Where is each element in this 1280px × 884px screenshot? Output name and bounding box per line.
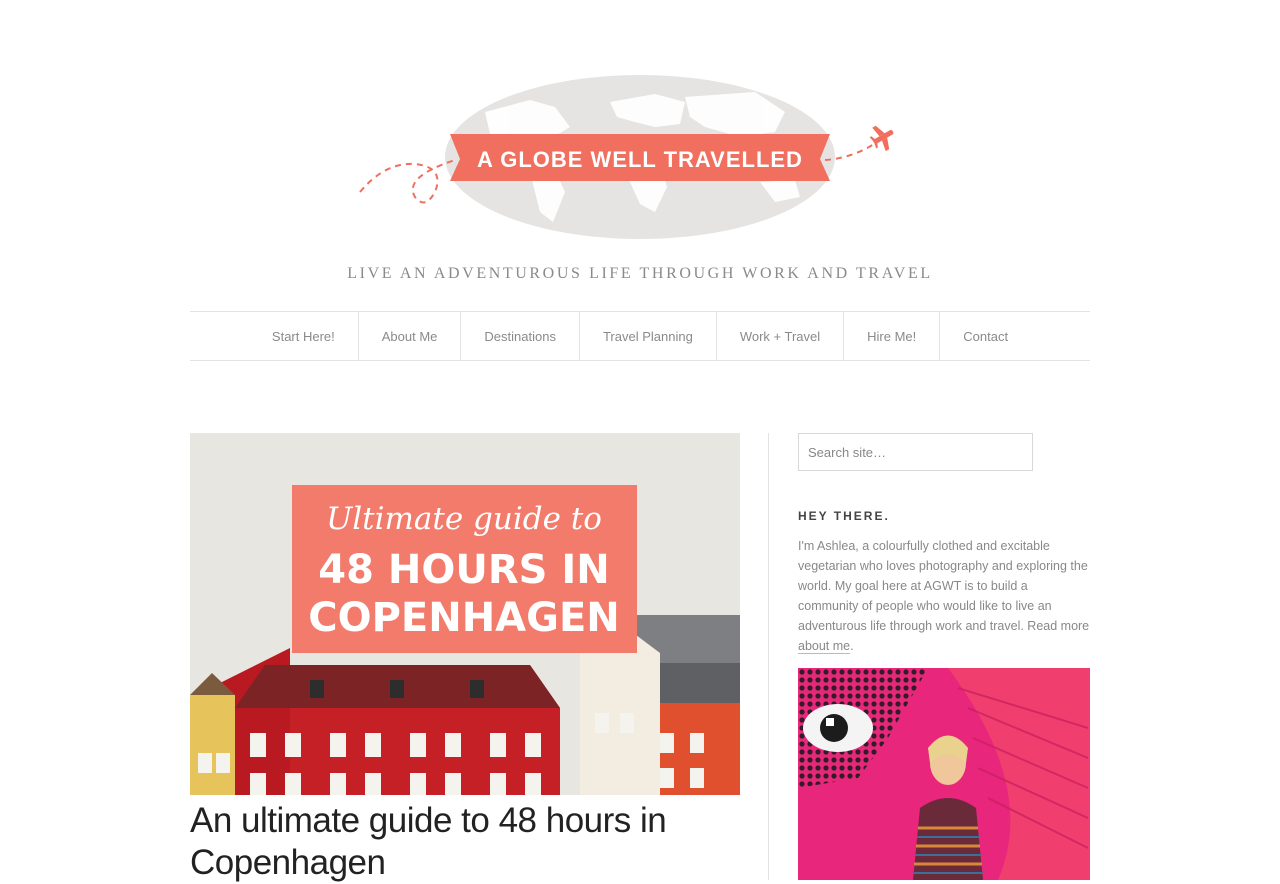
column-divider [768,433,769,880]
plane-icon [869,125,894,152]
about-text: I'm Ashlea, a colourfully clothed and ex… [798,539,1090,654]
image-title-line1: Ultimate guide to [326,501,602,537]
site-logo[interactable]: A GLOBE WELL TRAVELLED [355,72,905,242]
about-me-link[interactable]: about me [798,639,851,654]
nav-item-work-travel[interactable]: Work + Travel [715,312,843,360]
site-tagline: LIVE AN ADVENTUROUS LIFE THROUGH WORK AN… [347,265,933,282]
nav-item-travel-planning[interactable]: Travel Planning [578,312,716,360]
post-title[interactable]: An ultimate guide to 48 hours in Copenha… [190,800,750,884]
widget-title: HEY THERE. [798,509,890,523]
image-title-line2: 48 HOURS IN [318,547,609,593]
image-title-line3: COPENHAGEN [308,595,620,641]
nav-item-destinations[interactable]: Destinations [460,312,579,360]
nav-item-start-here[interactable]: Start Here! [249,312,358,360]
main-nav: Start Here! About Me Destinations Travel… [190,311,1090,361]
post-featured-image[interactable]: Ultimate guide to 48 HOURS IN COPENHAGEN [190,433,740,795]
profile-photo [798,668,1090,880]
nav-item-contact[interactable]: Contact [939,312,1031,360]
nav-item-about-me[interactable]: About Me [357,312,461,360]
nav-item-hire-me[interactable]: Hire Me! [843,312,939,360]
logo-text: A GLOBE WELL TRAVELLED [477,147,803,172]
search-input[interactable] [798,433,1033,471]
